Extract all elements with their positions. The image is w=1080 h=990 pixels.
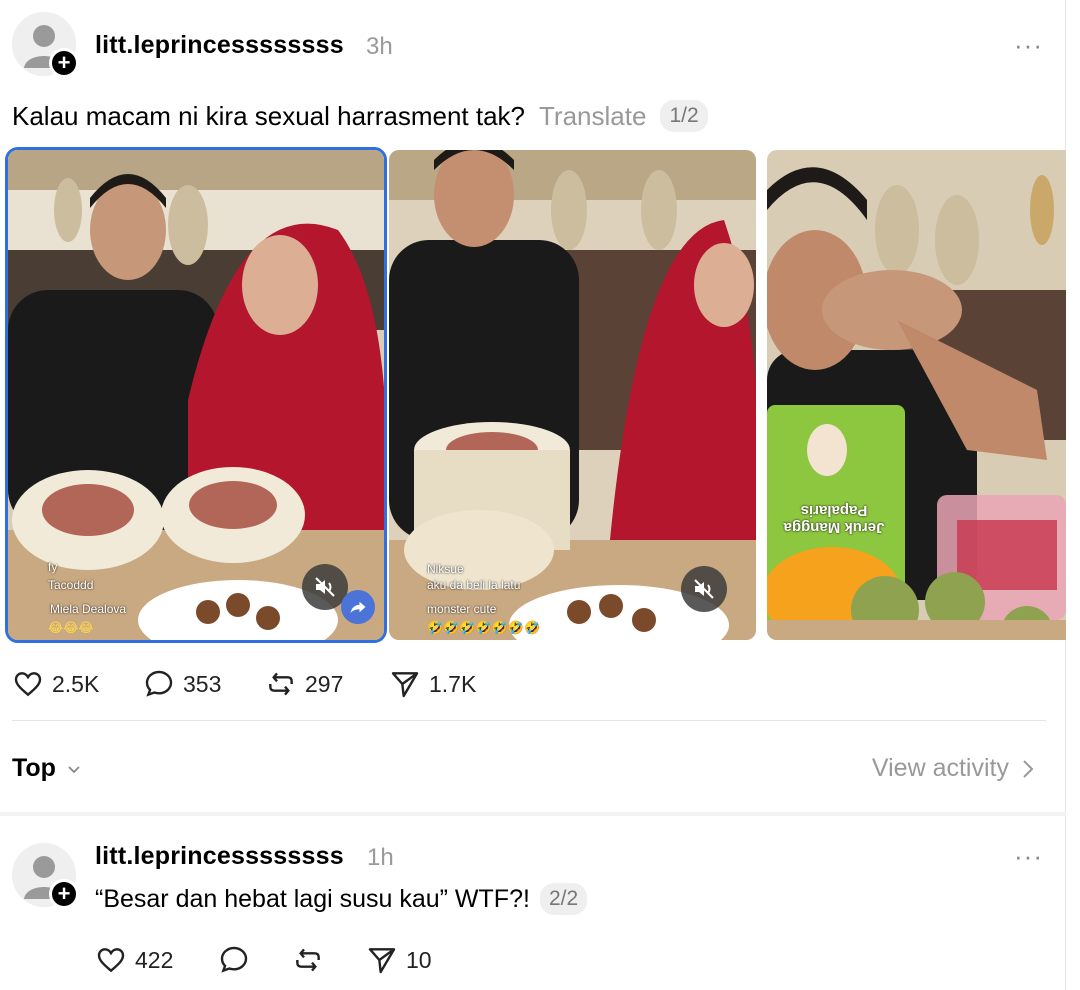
thread-frame: + litt.leprincessssssss 3h ··· Kalau mac… bbox=[0, 0, 1066, 990]
share-count: 1.7K bbox=[429, 670, 477, 697]
comment-count: 353 bbox=[183, 670, 222, 697]
post-video-1[interactable]: fy Tacoddd Miela Dealova 😂😂😂 bbox=[5, 147, 387, 643]
reply-time: 1h bbox=[367, 844, 394, 871]
translate-link[interactable]: Translate bbox=[539, 101, 646, 132]
more-options-icon[interactable]: ··· bbox=[1014, 32, 1043, 58]
video-frame-3 bbox=[767, 150, 1066, 640]
reply-username[interactable]: litt.leprincessssssss bbox=[95, 842, 344, 871]
product-label: Jeruk Mangga Papalaris bbox=[783, 502, 885, 536]
repost-stat[interactable]: 297 bbox=[265, 668, 343, 700]
chevron-down-icon bbox=[68, 765, 80, 773]
reply-share-count: 10 bbox=[406, 946, 432, 973]
like-count: 2.5K bbox=[52, 670, 100, 697]
divider bbox=[12, 720, 1046, 721]
view-activity-link[interactable]: View activity bbox=[872, 754, 1035, 783]
post-video-2[interactable]: Niksue aku da beli la latu monster cute … bbox=[389, 150, 756, 640]
thread-position-badge: 1/2 bbox=[660, 100, 708, 132]
post-caption: Kalau macam ni kira sexual harrasment ta… bbox=[12, 100, 526, 131]
post-video-3[interactable]: Jeruk Mangga Papalaris bbox=[767, 150, 1066, 640]
reply-like-stat[interactable]: 422 bbox=[95, 944, 173, 976]
live-comment-name: fy bbox=[48, 560, 58, 574]
more-options-icon[interactable]: ··· bbox=[1014, 843, 1043, 869]
reply-comment-stat[interactable] bbox=[218, 944, 250, 976]
send-icon bbox=[391, 672, 419, 698]
live-comment-emojis: 🤣🤣🤣🤣🤣🤣🤣 bbox=[427, 620, 541, 635]
share-arrow-icon bbox=[350, 601, 366, 613]
post-time: 3h bbox=[366, 33, 393, 60]
live-comment-name: aku da beli la latu bbox=[427, 578, 521, 592]
comment-bubble-icon bbox=[145, 670, 173, 697]
live-comment-emojis: 😂😂😂 bbox=[48, 620, 94, 635]
share-stat[interactable]: 1.7K bbox=[389, 668, 476, 700]
comment-bubble-icon bbox=[220, 946, 248, 973]
follow-plus-icon[interactable]: + bbox=[49, 879, 79, 909]
reply-text-row: “Besar dan hebat lagi susu kau” WTF?! 2/… bbox=[95, 883, 588, 915]
share-arrow-button[interactable] bbox=[341, 590, 375, 624]
live-comment-name: monster cute bbox=[427, 602, 497, 616]
repost-icon bbox=[269, 672, 293, 696]
follow-plus-icon[interactable]: + bbox=[49, 48, 79, 78]
reply-caption: “Besar dan hebat lagi susu kau” WTF?! bbox=[95, 884, 530, 913]
live-comment-name: Tacoddd bbox=[48, 578, 94, 592]
heart-icon bbox=[97, 948, 125, 973]
sort-label: Top bbox=[12, 754, 56, 782]
sort-dropdown[interactable]: Top bbox=[12, 754, 82, 783]
chevron-right-icon bbox=[1023, 759, 1034, 778]
post-text-row: Kalau macam ni kira sexual harrasment ta… bbox=[12, 100, 708, 132]
repost-icon bbox=[296, 948, 320, 972]
reply-like-count: 422 bbox=[135, 946, 174, 973]
mute-button[interactable] bbox=[681, 566, 727, 612]
like-stat[interactable]: 2.5K bbox=[12, 668, 99, 700]
section-separator bbox=[0, 812, 1066, 816]
send-icon bbox=[368, 948, 396, 974]
speaker-muted-icon bbox=[694, 579, 714, 599]
reply-share-stat[interactable]: 10 bbox=[366, 944, 432, 976]
speaker-muted-icon bbox=[315, 577, 335, 597]
heart-icon bbox=[14, 672, 42, 697]
thread-position-badge: 2/2 bbox=[539, 883, 588, 915]
view-activity-label: View activity bbox=[871, 754, 1009, 782]
comment-stat[interactable]: 353 bbox=[143, 668, 221, 700]
repost-count: 297 bbox=[305, 670, 344, 697]
live-comment-name: Miela Dealova bbox=[50, 602, 127, 616]
reply-repost-stat[interactable] bbox=[292, 944, 324, 976]
post-username[interactable]: litt.leprincessssssss bbox=[95, 31, 344, 60]
live-comment-name: Niksue bbox=[427, 562, 464, 576]
